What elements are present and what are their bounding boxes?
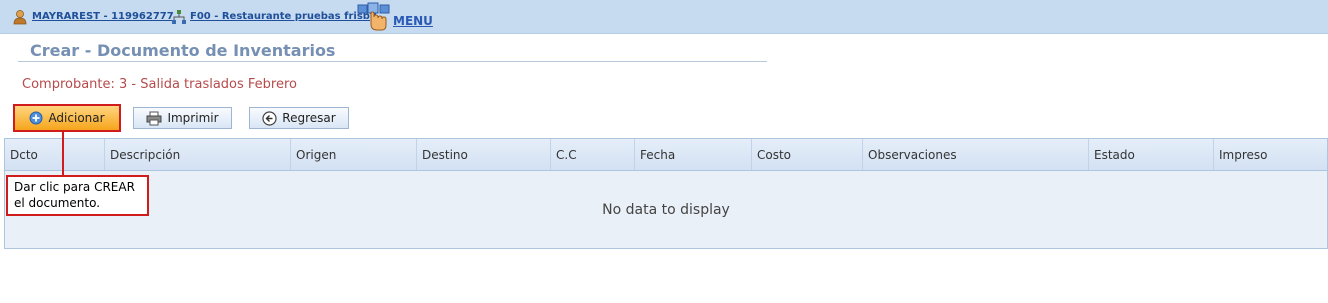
title-divider [18, 61, 767, 62]
empty-grid-message: No data to display [602, 202, 730, 218]
menu-label[interactable]: MENU [393, 14, 433, 28]
printer-icon [146, 111, 162, 125]
back-arrow-icon [262, 110, 277, 126]
print-button[interactable]: Imprimir [133, 107, 232, 129]
add-button[interactable]: Adicionar [13, 104, 121, 132]
print-button-label: Imprimir [167, 111, 219, 125]
menu-hand-icon [357, 2, 390, 30]
column-header-descripcion[interactable]: Descripción [104, 139, 290, 170]
column-header-destino[interactable]: Destino [416, 139, 550, 170]
column-header-dcto[interactable]: Dcto [5, 139, 104, 170]
user-name[interactable]: MAYRAREST - 119962777 [32, 11, 174, 22]
callout-connector [62, 132, 64, 175]
back-button-label: Regresar [282, 111, 336, 125]
column-header-impreso[interactable]: Impreso [1213, 139, 1327, 170]
column-header-fecha[interactable]: Fecha [634, 139, 751, 170]
back-button[interactable]: Regresar [249, 107, 349, 129]
column-header-observaciones[interactable]: Observaciones [862, 139, 1088, 170]
documents-grid: Dcto Descripción Origen Destino C.C Fech… [4, 138, 1328, 249]
org-tree-icon [172, 9, 186, 24]
company-name[interactable]: F00 - Restaurante pruebas frisby [190, 11, 376, 22]
plus-circle-icon [29, 111, 43, 125]
page-title: Crear - Documento de Inventarios [30, 41, 336, 60]
user-icon [13, 9, 27, 24]
instruction-callout: Dar clic para CREAR el documento. [6, 175, 149, 216]
top-bar: MAYRAREST - 119962777 F00 - Restaurante … [0, 0, 1328, 34]
column-header-cc[interactable]: C.C [550, 139, 634, 170]
column-header-origen[interactable]: Origen [290, 139, 416, 170]
document-subtitle: Comprobante: 3 - Salida traslados Febrer… [22, 77, 297, 92]
user-link[interactable]: MAYRAREST - 119962777 [12, 0, 174, 33]
company-link[interactable]: F00 - Restaurante pruebas frisby [171, 0, 376, 33]
column-header-costo[interactable]: Costo [751, 139, 862, 170]
column-header-estado[interactable]: Estado [1088, 139, 1213, 170]
grid-header: Dcto Descripción Origen Destino C.C Fech… [5, 139, 1327, 171]
menu-link[interactable]: MENU [357, 0, 433, 33]
add-button-label: Adicionar [48, 111, 105, 125]
